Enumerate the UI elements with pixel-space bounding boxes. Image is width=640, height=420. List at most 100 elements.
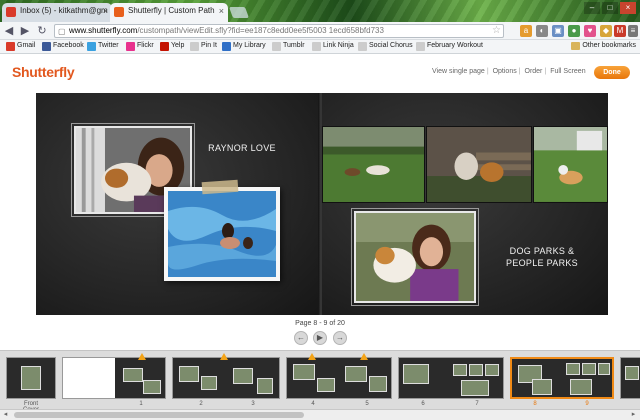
arrow-right-icon[interactable]: → [333, 331, 347, 345]
bookmark-facebook[interactable]: Facebook [42, 42, 84, 51]
heart-icon[interactable]: ♥ [584, 25, 596, 37]
options-link[interactable]: Options [493, 68, 517, 75]
photo-image [427, 127, 531, 202]
warning-icon [138, 353, 146, 360]
thumbnail-label: 7 [475, 401, 479, 407]
bookmark-flickr[interactable]: Flickr [126, 42, 154, 51]
page-icon: ▢ [58, 27, 66, 36]
thumbnail-label: 6 [421, 401, 425, 407]
page-icon [272, 42, 281, 51]
tab-title: Inbox (5) - kitkathm@gm [20, 6, 108, 15]
close-icon[interactable]: × [219, 6, 224, 16]
library-icon [222, 42, 231, 51]
photo-corgi-field[interactable] [533, 126, 608, 203]
wrench-icon[interactable]: ≡ [628, 25, 638, 37]
photo-dogs-bench[interactable] [426, 126, 532, 203]
bookmark-tumblr[interactable]: Tumblr [272, 42, 305, 51]
thumbnail-front-cover[interactable] [6, 357, 56, 399]
page-indicator: Page 8 - 9 of 20 [295, 320, 345, 327]
thumbnail-pages-4-5[interactable] [286, 357, 392, 399]
photo-image [168, 191, 276, 277]
right-page-caption[interactable]: DOG PARKS & PEOPLE PARKS [494, 245, 590, 269]
done-button[interactable]: Done [594, 66, 630, 79]
thumbnail-pages-6-7[interactable] [398, 357, 504, 399]
left-page-caption[interactable]: RAYNOR LOVE [202, 143, 282, 153]
extension-icon[interactable]: ▣ [552, 25, 564, 37]
bookmark-yelp[interactable]: Yelp [160, 42, 184, 51]
arrow-left-icon[interactable]: ← [294, 331, 308, 345]
maximize-icon[interactable]: □ [602, 2, 618, 14]
thumbnail-label: 2 [199, 401, 203, 407]
tab-strip: Inbox (5) - kitkathm@gm × Shutterfly | C… [0, 0, 640, 22]
shutterfly-icon [114, 7, 124, 17]
tab-shutterfly[interactable]: Shutterfly | Custom Path × [110, 3, 228, 22]
minimize-icon[interactable]: – [584, 2, 600, 14]
url-host: www.shutterfly.com [69, 26, 138, 35]
page-icon [358, 42, 367, 51]
bookmark-gmail[interactable]: Gmail [6, 42, 35, 51]
bookmark-social-chorus[interactable]: Social Chorus [358, 42, 413, 51]
page-icon [312, 42, 321, 51]
bookmark-pin-it[interactable]: Pin It [190, 42, 217, 51]
extension-icon[interactable]: ● [568, 25, 580, 37]
filmstrip-scrollbar[interactable]: ◂ ▸ [0, 409, 640, 420]
browser-toolbar: ◀ ▶ ↻ ▢ www.shutterfly.com/custompath/vi… [0, 22, 640, 40]
bookmark-february-workout[interactable]: February Workout [416, 42, 483, 51]
polaroid-pool-photo[interactable] [164, 187, 280, 281]
warning-icon [360, 353, 368, 360]
page-icon [416, 42, 425, 51]
page-left[interactable]: RAYNOR LOVE [36, 93, 320, 315]
order-link[interactable]: Order [525, 68, 543, 75]
thumbnail-pages-8-9[interactable] [510, 357, 614, 399]
thumbnail-label: 9 [585, 401, 589, 407]
full-screen-link[interactable]: Full Screen [550, 68, 585, 75]
top-links: View single page | Options | Order | Full S… [432, 68, 586, 75]
tab-title: Shutterfly | Custom Path [128, 6, 215, 15]
window-controls: – □ × [584, 2, 636, 14]
bookmark-twitter[interactable]: Twitter [87, 42, 119, 51]
bookmark-link-ninja[interactable]: Link Ninja [312, 42, 354, 51]
thumbnail-pages-10-11[interactable] [620, 357, 640, 399]
window-close-icon[interactable]: × [620, 2, 636, 14]
star-icon[interactable]: ☆ [492, 25, 501, 36]
gmail-notifier-icon[interactable]: M [614, 25, 626, 37]
photo-image [356, 213, 474, 301]
bookmark-my-library[interactable]: My Library [222, 42, 266, 51]
framed-photo-girl-corgi[interactable] [351, 208, 479, 306]
bookmarks-bar: Gmail Facebook Twitter Flickr Yelp Pin I… [0, 40, 640, 54]
extension-icon[interactable]: ◆ [600, 25, 612, 37]
forward-icon[interactable]: ▶ [18, 24, 32, 38]
gmail-icon [6, 7, 16, 17]
twitter-icon [87, 42, 96, 51]
photo-book-spread: RAYNOR LOVE DOG PARKS & PEOPLE PARKS [36, 93, 608, 315]
thumbnail-label: 3 [251, 401, 255, 407]
warning-icon [308, 353, 316, 360]
view-single-page-link[interactable]: View single page [432, 68, 485, 75]
folder-icon [571, 42, 581, 50]
extension-icon[interactable]: ◐ [536, 25, 548, 37]
thumbnail-label: 5 [365, 401, 369, 407]
scroll-right-icon[interactable]: ▸ [628, 410, 639, 420]
tab-gmail[interactable]: Inbox (5) - kitkathm@gm × [2, 3, 112, 22]
thumbnail-pages-2-3[interactable] [172, 357, 280, 399]
yelp-icon [160, 42, 169, 51]
shutterfly-logo[interactable]: Shutterfly [12, 64, 75, 80]
play-icon[interactable]: ▶ [313, 331, 327, 345]
page-icon [190, 42, 199, 51]
new-tab-button[interactable] [228, 7, 250, 18]
other-bookmarks[interactable]: Other bookmarks [571, 42, 636, 50]
close-icon[interactable]: × [103, 6, 108, 16]
facebook-icon [42, 42, 51, 51]
address-bar[interactable]: ▢ www.shutterfly.com/custompath/viewEdit… [54, 24, 504, 38]
page-right[interactable]: DOG PARKS & PEOPLE PARKS [322, 93, 608, 315]
back-icon[interactable]: ◀ [2, 24, 16, 38]
photo-image [534, 127, 607, 202]
scroll-left-icon[interactable]: ◂ [0, 410, 11, 420]
tape-decoration [201, 179, 239, 195]
photo-image [323, 127, 424, 202]
reload-icon[interactable]: ↻ [35, 24, 49, 38]
photo-dogs-grass[interactable] [322, 126, 425, 203]
thumbnail-page-1[interactable] [62, 357, 166, 399]
scrollbar-thumb[interactable] [14, 412, 304, 418]
amazon-icon[interactable]: a [520, 25, 532, 37]
